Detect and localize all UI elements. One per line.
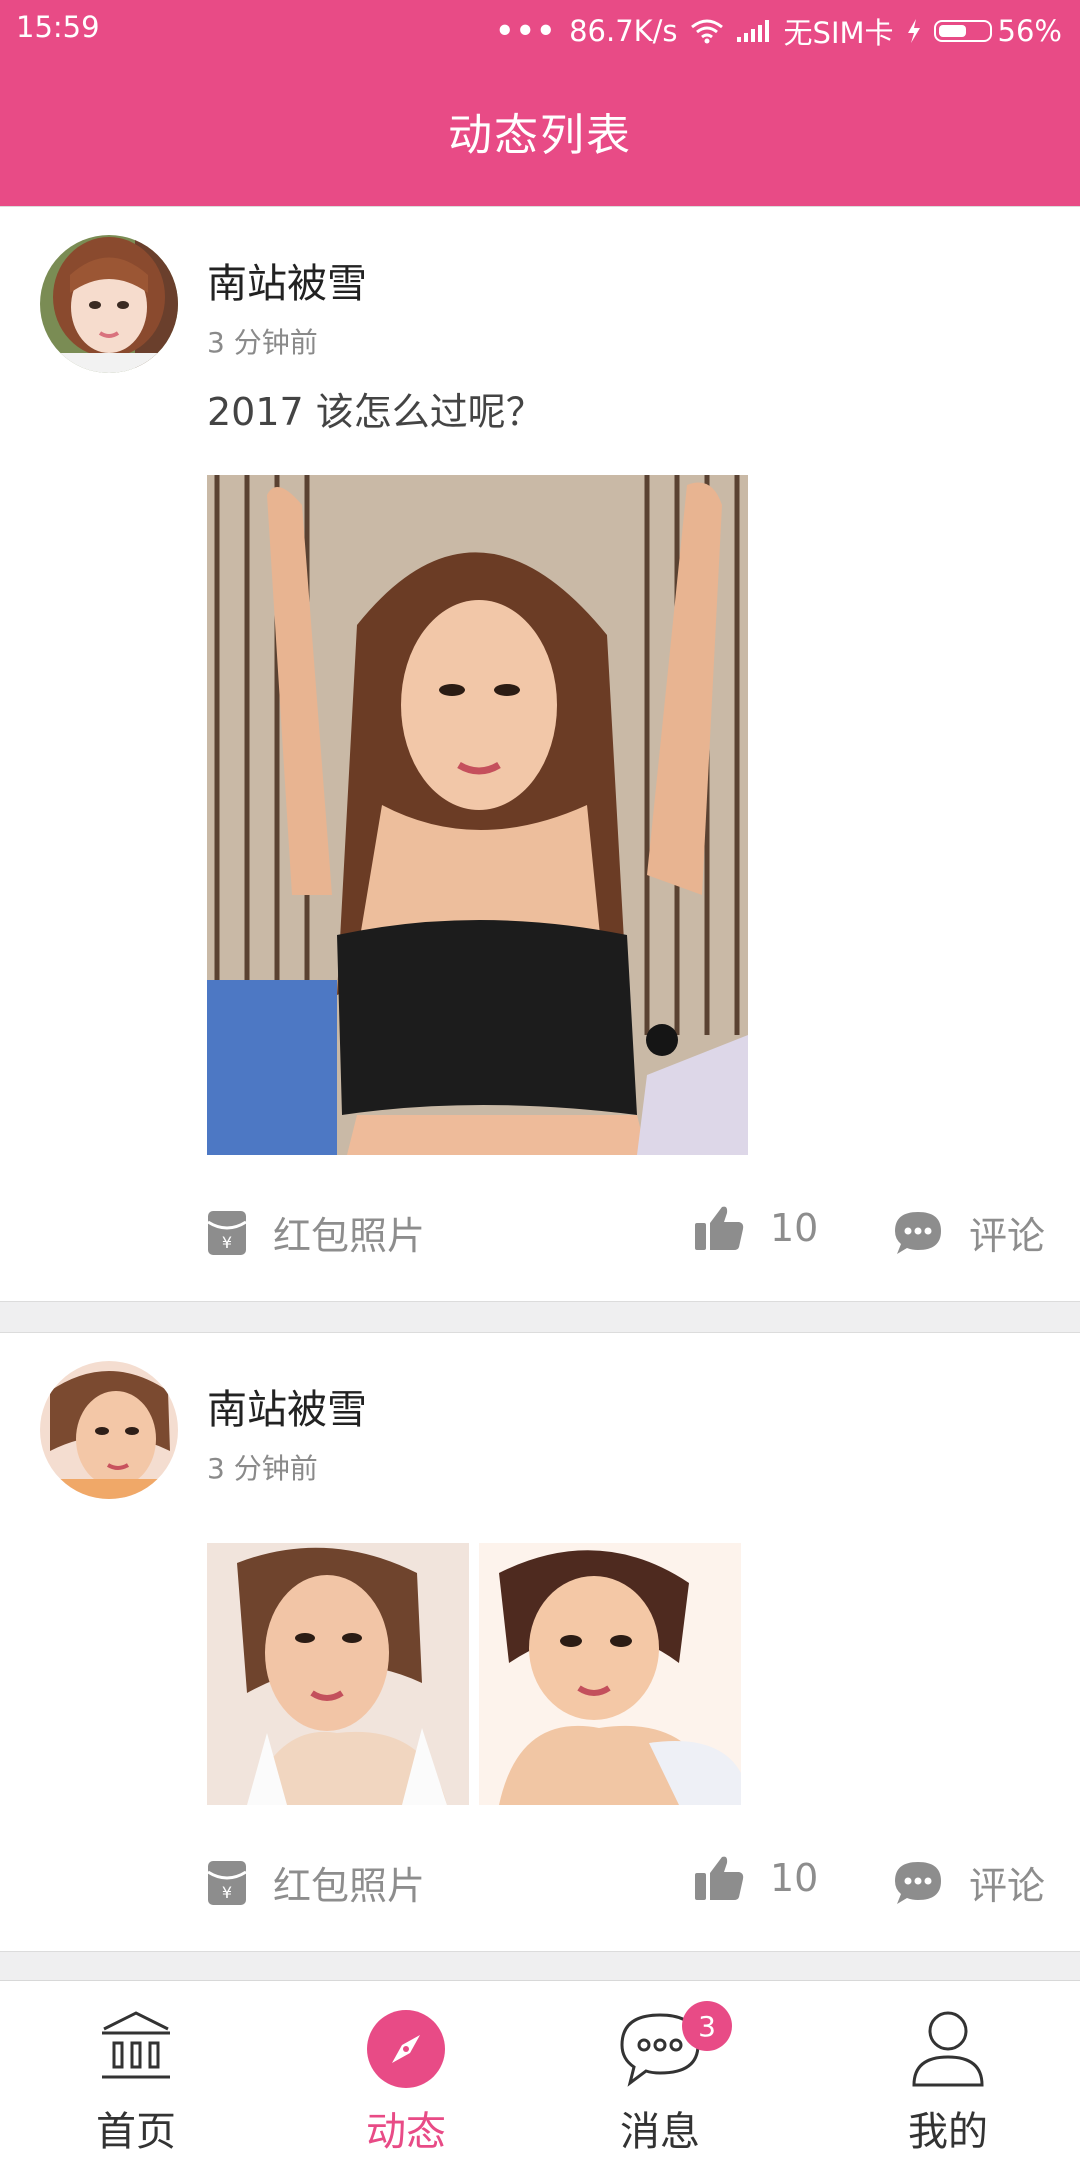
network-speed: 86.7K/s [569, 14, 678, 48]
tab-messages[interactable]: 3 消息 [560, 1981, 760, 2171]
red-packet-icon: ¥ [207, 1210, 247, 1256]
home-building-icon [98, 2007, 174, 2091]
user-icon [910, 2007, 986, 2091]
page-title: 动态列表 [448, 110, 632, 161]
svg-text:¥: ¥ [222, 1883, 232, 1902]
red-packet-icon: ¥ [207, 1860, 247, 1906]
battery-indicator: 56% [933, 14, 1062, 48]
status-time: 15:59 [16, 10, 100, 44]
tab-label: 首页 [96, 2109, 176, 2155]
red-packet-photo-button[interactable]: ¥ 红包照片 [207, 1205, 425, 1260]
thumbs-up-icon [694, 1855, 744, 1901]
tab-label: 消息 [620, 2109, 700, 2155]
post-text: 2017 该怎么过呢？ [207, 390, 544, 434]
like-button[interactable]: 10 [694, 1205, 818, 1251]
signal-icon [736, 19, 772, 43]
wifi-icon [690, 18, 724, 44]
tab-home[interactable]: 首页 [36, 1981, 236, 2171]
tab-me[interactable]: 我的 [848, 1981, 1048, 2171]
bottom-tab-bar: 首页 动态 3 消息 我的 [0, 1980, 1080, 2171]
charging-bolt-icon [906, 18, 922, 44]
post-photo[interactable] [207, 475, 748, 1155]
unread-badge: 3 [682, 2001, 732, 2051]
comment-bubble-icon [893, 1210, 943, 1256]
comment-label: 评论 [969, 1214, 1046, 1258]
comment-button[interactable]: 评论 [893, 1855, 1045, 1910]
tab-label: 动态 [366, 2109, 446, 2155]
comment-button[interactable]: 评论 [893, 1205, 1045, 1260]
comment-bubble-icon [893, 1860, 943, 1906]
battery-icon [933, 20, 992, 42]
chat-bubble-icon: 3 [618, 2001, 732, 2091]
post-card: 南站被雪 3 分钟前 2017 该怎么过呢？ ¥ 红包照片 10 评论 [0, 206, 1080, 1302]
post-username[interactable]: 南站被雪 [207, 251, 367, 309]
thumbs-up-icon [694, 1205, 744, 1251]
carrier-label: 无SIM卡 [783, 16, 894, 50]
red-packet-label: 红包照片 [273, 1864, 426, 1908]
post-photo[interactable] [479, 1543, 741, 1805]
like-button[interactable]: 10 [694, 1855, 818, 1901]
svg-text:¥: ¥ [222, 1233, 232, 1252]
post-photo[interactable] [207, 1543, 469, 1805]
avatar[interactable] [40, 1361, 178, 1499]
battery-percent: 56% [997, 14, 1062, 48]
title-bar: 动态列表 [0, 56, 1080, 206]
like-count: 10 [770, 1856, 819, 1900]
compass-icon [366, 2007, 446, 2091]
post-time: 3 分钟前 [207, 1452, 318, 1485]
red-packet-photo-button[interactable]: ¥ 红包照片 [207, 1855, 425, 1910]
like-count: 10 [770, 1206, 819, 1250]
comment-label: 评论 [969, 1864, 1046, 1908]
post-username[interactable]: 南站被雪 [207, 1377, 367, 1435]
post-time: 3 分钟前 [207, 326, 318, 359]
status-indicators: ••• 86.7K/s 无SIM卡 56% [495, 10, 1062, 52]
tab-dynamic[interactable]: 动态 [306, 1981, 506, 2171]
red-packet-label: 红包照片 [273, 1214, 426, 1258]
tab-label: 我的 [908, 2109, 988, 2155]
notification-dots: ••• [495, 14, 558, 48]
status-bar: 15:59 ••• 86.7K/s 无SIM卡 56% [0, 0, 1080, 56]
post-card: 南站被雪 3 分钟前 ¥ 红包照片 10 评论 [0, 1332, 1080, 1952]
avatar[interactable] [40, 235, 178, 373]
